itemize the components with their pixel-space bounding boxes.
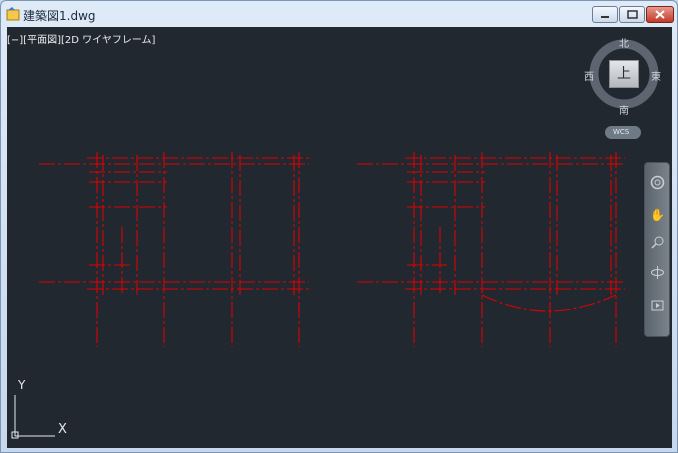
close-button[interactable] xyxy=(646,6,674,23)
orbit-icon[interactable] xyxy=(650,265,665,280)
navigation-bar: ✋ xyxy=(644,162,670,337)
showmotion-icon[interactable] xyxy=(650,298,665,313)
compass-south[interactable]: 南 xyxy=(619,102,629,117)
drawing-canvas[interactable]: [−][平面図][2D ワイヤフレーム] 北 南 東 西 上 WCS ✋ Y X xyxy=(7,27,672,448)
minimize-icon xyxy=(601,16,609,18)
compass-east[interactable]: 東 xyxy=(651,68,661,83)
compass-north[interactable]: 北 xyxy=(619,35,629,50)
ucs-y-label: Y xyxy=(18,378,26,392)
restore-icon xyxy=(627,10,638,19)
drawing-geometry[interactable] xyxy=(7,27,672,448)
right-plan xyxy=(357,152,625,347)
wcs-menu-button[interactable]: WCS xyxy=(605,126,641,139)
full-navigation-wheel-icon[interactable] xyxy=(650,175,665,190)
left-plan xyxy=(39,152,309,347)
viewcube-top-face[interactable]: 上 xyxy=(609,60,639,88)
title-bar[interactable]: 建築図1.dwg xyxy=(1,1,677,27)
minimize-button[interactable] xyxy=(592,6,618,23)
close-icon xyxy=(655,10,665,19)
pan-icon[interactable]: ✋ xyxy=(650,208,665,223)
dwg-file-icon xyxy=(6,7,20,21)
ucs-x-label: X xyxy=(58,422,67,437)
maximize-button[interactable] xyxy=(619,6,645,23)
ucs-icon xyxy=(11,395,55,439)
drawing-window: 建築図1.dwg [−][平面図][2D ワイヤフレーム] 北 南 東 西 上 … xyxy=(0,0,678,453)
zoom-icon[interactable] xyxy=(650,235,665,250)
compass-west[interactable]: 西 xyxy=(584,68,594,83)
window-title: 建築図1.dwg xyxy=(23,9,96,23)
